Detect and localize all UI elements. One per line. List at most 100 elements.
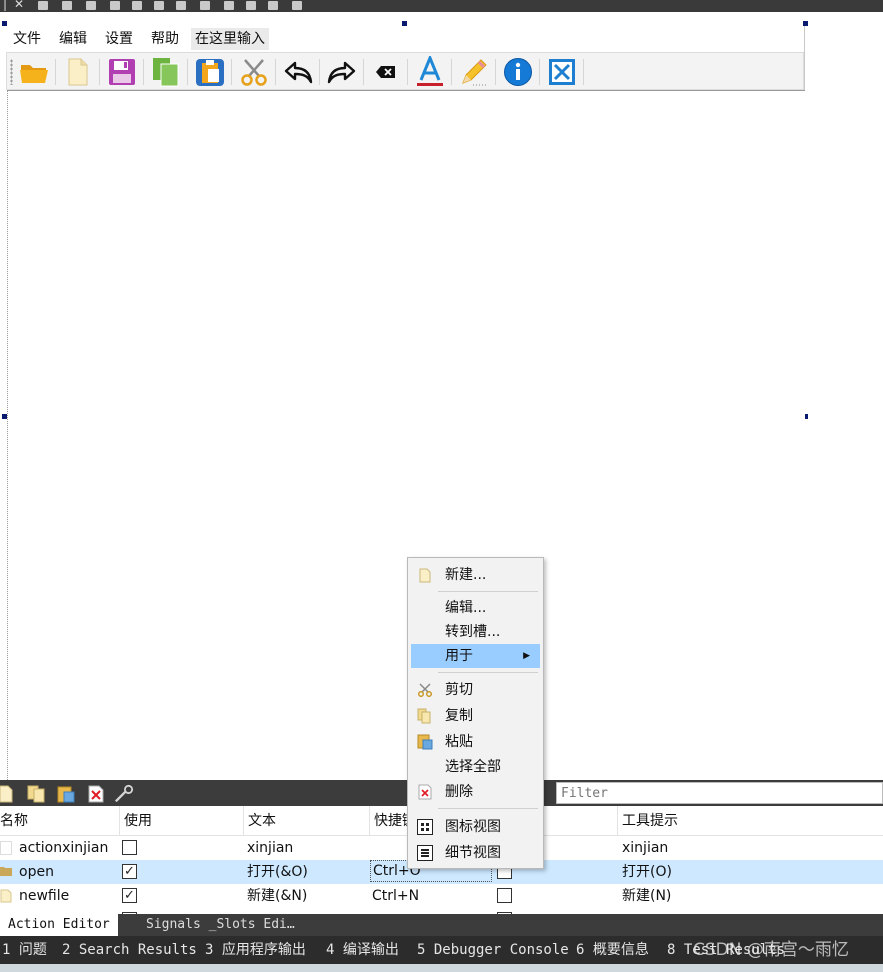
font-color-icon[interactable] [414,56,446,88]
adjust-size-icon[interactable] [268,1,278,10]
pane-debugger-console[interactable]: 5 Debugger Console [417,936,569,964]
action-tooltip: 打开(O) [622,864,672,880]
toolbar-separator [495,59,496,85]
menu-item-icon-view[interactable]: 图标视图 [411,815,540,839]
toolbar-grip[interactable] [10,59,13,85]
resize-handle[interactable] [803,21,808,26]
action-text: 新建(&N) [247,888,308,904]
context-menu: 新建... 编辑... 转到槽... 用于 ▶ 剪切 复制 粘贴 选择全部 删除 [407,557,544,869]
menu-item-goto-slot[interactable]: 转到槽... [411,620,540,644]
resize-handle[interactable] [2,21,7,26]
menu-file[interactable]: 文件 [9,28,45,50]
close-icon[interactable] [546,56,578,88]
menu-item-use-for[interactable]: 用于 ▶ [411,644,540,668]
cut-icon[interactable] [238,56,270,88]
menu-help[interactable]: 帮助 [147,28,183,50]
menu-item-paste[interactable]: 粘贴 [411,730,540,754]
menu-item-detail-view[interactable]: 细节视图 [411,841,540,865]
column-header-used[interactable]: 使用 [120,806,244,836]
menu-separator [438,591,538,592]
pencil-icon[interactable] [458,56,490,88]
toolbar-separator [187,59,188,85]
pane-search-results[interactable]: 2 Search Results [62,936,197,964]
open-folder-icon[interactable] [18,56,50,88]
toolbar-separator [231,59,232,85]
paste-icon[interactable] [194,56,226,88]
tab-action-editor[interactable]: Action Editor [0,914,118,936]
menu-item-copy[interactable]: 复制 [411,704,540,728]
info-icon[interactable] [502,56,534,88]
close-icon[interactable]: ✕ [14,0,24,11]
break-layout-icon[interactable] [224,1,234,10]
menu-settings[interactable]: 设置 [101,28,137,50]
new-file-icon [417,567,433,583]
toolbar-separator [451,59,452,85]
menu-item-cut[interactable]: 剪切 [411,678,540,702]
toolbar-separator [99,59,100,85]
menu-item-delete[interactable]: 删除 [411,780,540,804]
delete-icon[interactable] [370,56,402,88]
toolbar-separator [319,59,320,85]
table-row[interactable]: newfile ✓ 新建(&N) Ctrl+N 新建(N) [0,884,883,908]
new-file-icon[interactable] [62,56,94,88]
taskbar-strip [0,964,883,972]
menu-edit[interactable]: 编辑 [55,28,91,50]
undo-icon[interactable] [282,56,314,88]
pane-compile-output[interactable]: 4 编译输出 [326,936,399,964]
action-tooltip: 新建(N) [622,888,672,904]
pane-application-output[interactable]: 3 应用程序输出 [205,936,306,964]
action-name: newfile [19,888,70,904]
menu-item-new[interactable]: 新建... [411,563,540,587]
menubar: 文件 编辑 设置 帮助 在这里输入 [5,28,803,50]
submenu-arrow-icon: ▶ [523,651,530,661]
grid-layout-icon[interactable] [246,1,256,10]
detail-view-icon [417,845,433,861]
filter-input[interactable] [556,782,883,804]
icon-view-icon [417,819,433,835]
toolbar-separator [55,59,56,85]
configure-wrench-icon[interactable] [114,784,134,804]
splitter-icon[interactable] [200,1,210,10]
paste-action-icon[interactable] [56,784,76,804]
copy-action-icon[interactable] [27,784,47,804]
layout-icon[interactable] [62,1,72,10]
pane-issues[interactable]: 1 问题 [2,936,47,964]
new-action-icon[interactable] [0,784,16,804]
toolbar-separator [275,59,276,85]
layout-icon[interactable] [38,1,48,10]
menu-separator [438,808,538,809]
redo-icon[interactable] [326,56,358,88]
delete-action-icon[interactable] [86,784,106,804]
menu-separator [438,672,538,673]
column-header-tooltip[interactable]: 工具提示 [618,806,883,836]
action-text: xinjian [247,840,294,856]
horizontal-layout-icon[interactable] [132,1,142,10]
checkable-checkbox[interactable] [497,888,512,903]
tag-icon[interactable] [86,1,96,10]
menu-type-here[interactable]: 在这里输入 [191,28,269,50]
form-layout-icon[interactable] [176,1,186,10]
pane-general-messages[interactable]: 6 概要信息 [576,936,649,964]
toolbar-separator [143,59,144,85]
main-toolbar [6,52,804,90]
action-shortcut: Ctrl+N [372,888,420,904]
resize-handle[interactable] [402,21,407,26]
delete-icon [417,784,433,800]
vertical-layout-icon[interactable] [154,1,164,10]
preview-icon[interactable] [292,1,302,10]
used-checkbox[interactable]: ✓ [122,888,137,903]
menu-item-edit[interactable]: 编辑... [411,596,540,620]
open-folder-icon [0,865,12,879]
save-icon[interactable] [106,56,138,88]
action-name: actionxinjian [19,840,109,856]
action-tooltip: xinjian [622,840,669,856]
used-checkbox[interactable]: ✓ [122,864,137,879]
menu-item-select-all[interactable]: 选择全部 [411,755,540,779]
copy-icon[interactable] [150,56,182,88]
tab-signals-slots-editor[interactable]: Signals _Slots Edi… [138,914,303,936]
column-header-text[interactable]: 文本 [244,806,370,836]
central-widget[interactable] [7,90,805,780]
used-checkbox[interactable] [122,840,137,855]
column-header-name[interactable]: 名称 [0,806,120,836]
layout-icon[interactable] [110,1,120,10]
